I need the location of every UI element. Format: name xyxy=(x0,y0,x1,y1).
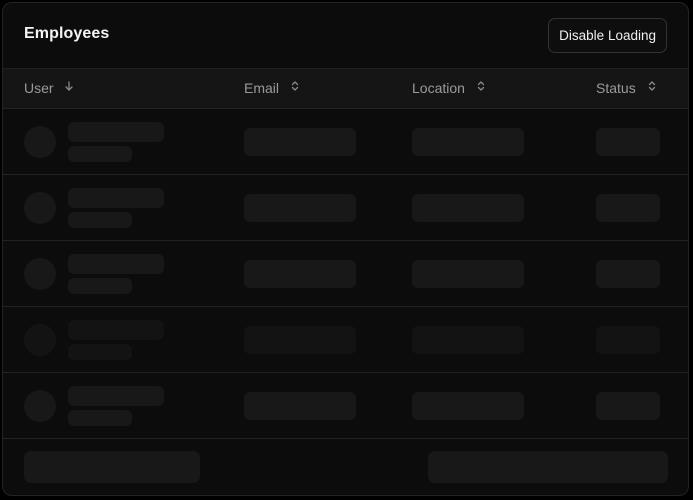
location-skeleton xyxy=(412,260,524,288)
status-skeleton xyxy=(596,128,660,156)
sort-updown-icon xyxy=(647,68,657,107)
username-skeleton xyxy=(68,410,132,426)
status-skeleton xyxy=(596,326,660,354)
column-label: Status xyxy=(596,80,636,96)
pagination-controls-skeleton xyxy=(428,451,668,483)
email-skeleton xyxy=(244,392,356,420)
card-header: Employees Disable Loading xyxy=(3,3,688,68)
column-label: Location xyxy=(412,80,465,96)
username-skeleton xyxy=(68,344,132,360)
column-header-email[interactable]: Email xyxy=(244,69,300,108)
name-skeleton xyxy=(68,386,164,406)
status-skeleton xyxy=(596,194,660,222)
username-skeleton xyxy=(68,146,132,162)
name-skeleton xyxy=(68,188,164,208)
status-skeleton xyxy=(596,260,660,288)
column-label: User xyxy=(24,80,54,96)
location-skeleton xyxy=(412,326,524,354)
skeleton-row xyxy=(3,175,688,241)
sort-updown-icon xyxy=(476,68,486,107)
email-skeleton xyxy=(244,260,356,288)
avatar-skeleton xyxy=(24,324,56,356)
location-skeleton xyxy=(412,392,524,420)
avatar-skeleton xyxy=(24,258,56,290)
email-skeleton xyxy=(244,194,356,222)
username-skeleton xyxy=(68,212,132,228)
email-skeleton xyxy=(244,128,356,156)
skeleton-row xyxy=(3,373,688,439)
name-skeleton xyxy=(68,122,164,142)
column-label: Email xyxy=(244,80,280,96)
location-skeleton xyxy=(412,128,524,156)
skeleton-row xyxy=(3,109,688,175)
location-skeleton xyxy=(412,194,524,222)
username-skeleton xyxy=(68,278,132,294)
avatar-skeleton xyxy=(24,126,56,158)
employees-card: Employees Disable Loading User Email Loc… xyxy=(2,2,689,496)
status-skeleton xyxy=(596,392,660,420)
column-header-location[interactable]: Location xyxy=(412,69,486,108)
avatar-skeleton xyxy=(24,390,56,422)
pagination-footer xyxy=(3,439,688,495)
email-skeleton xyxy=(244,326,356,354)
sort-updown-icon xyxy=(290,68,300,107)
arrow-down-icon xyxy=(64,68,74,107)
table-header: User Email Location Status xyxy=(3,68,688,109)
name-skeleton xyxy=(68,320,164,340)
skeleton-row xyxy=(3,307,688,373)
toggle-loading-button[interactable]: Disable Loading xyxy=(548,18,667,53)
table-body xyxy=(3,109,688,439)
name-skeleton xyxy=(68,254,164,274)
column-header-status[interactable]: Status xyxy=(596,69,657,108)
skeleton-row xyxy=(3,241,688,307)
avatar-skeleton xyxy=(24,192,56,224)
results-count-skeleton xyxy=(24,451,200,483)
page-title: Employees xyxy=(24,25,110,42)
column-header-user[interactable]: User xyxy=(24,69,74,108)
